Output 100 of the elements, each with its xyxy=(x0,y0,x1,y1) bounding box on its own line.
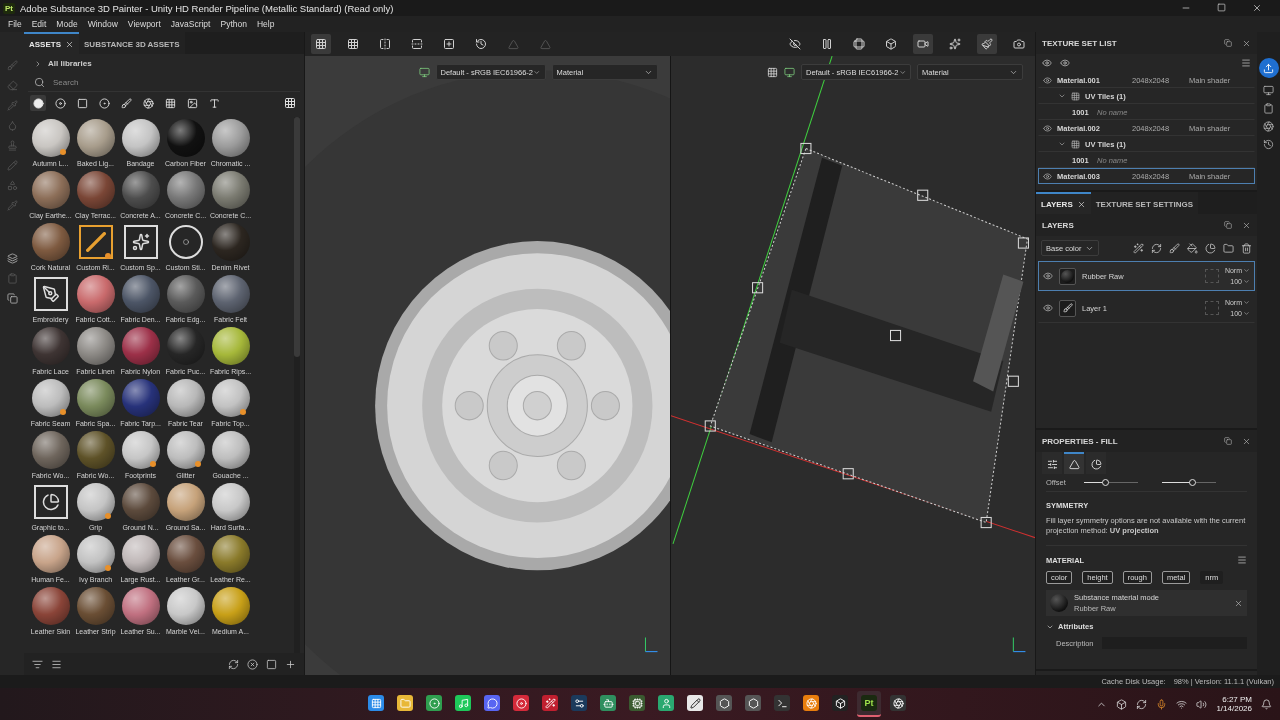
info-icon[interactable] xyxy=(767,66,778,78)
layers-icon[interactable] xyxy=(6,253,18,264)
menu-item[interactable]: Python xyxy=(215,19,252,29)
clock-time: 6:27 PM xyxy=(1222,695,1252,704)
spray-sticker-icon xyxy=(123,225,158,259)
close-icon[interactable] xyxy=(1234,598,1243,608)
window-icon[interactable] xyxy=(266,658,277,670)
network-icon[interactable] xyxy=(1176,698,1188,710)
view-grid-icon[interactable] xyxy=(282,95,298,111)
display-icon[interactable] xyxy=(784,66,795,78)
menu-item[interactable]: JavaScript xyxy=(165,19,216,29)
chevron-down-icon[interactable] xyxy=(1058,92,1066,100)
pattern-filter-icon[interactable] xyxy=(140,95,156,111)
add-icon[interactable] xyxy=(285,658,296,670)
list-filter-icon[interactable] xyxy=(32,658,43,670)
menu-icon[interactable] xyxy=(1237,555,1247,565)
mask-slot xyxy=(1204,269,1219,283)
monitor-icon[interactable] xyxy=(1263,85,1274,96)
list-icon[interactable] xyxy=(51,658,62,670)
panel-title: TEXTURE SET LIST xyxy=(1042,38,1118,48)
close-icon[interactable] xyxy=(65,39,74,49)
grid-view-icon[interactable] xyxy=(311,34,331,54)
smart-material-filter-icon[interactable] xyxy=(52,95,68,111)
microphone-icon[interactable] xyxy=(1156,698,1168,710)
copy-icon[interactable] xyxy=(6,293,18,304)
panel-tab[interactable]: SUBSTANCE 3D ASSETS xyxy=(79,32,185,54)
slider-thumb[interactable] xyxy=(1188,479,1196,486)
clipboard-icon[interactable] xyxy=(1263,103,1274,114)
eye-icon[interactable] xyxy=(1043,171,1052,181)
material-filter-icon[interactable] xyxy=(30,95,46,111)
menu-icon[interactable] xyxy=(1241,58,1251,68)
eye-icon[interactable] xyxy=(1043,271,1053,281)
menu-item[interactable]: Viewport xyxy=(122,19,166,29)
menu-item[interactable]: Help xyxy=(251,19,280,29)
export-icon[interactable] xyxy=(1258,58,1279,78)
contrast-filter-icon[interactable] xyxy=(96,95,112,111)
eye-icon[interactable] xyxy=(1043,123,1052,133)
maximize-icon[interactable] xyxy=(1217,3,1226,12)
chevron-right-icon[interactable] xyxy=(34,59,42,68)
refresh-icon[interactable] xyxy=(228,658,239,670)
brush-icon[interactable] xyxy=(1169,242,1180,254)
clipboard-icon[interactable] xyxy=(6,273,18,284)
layer-thumbnail xyxy=(1059,267,1076,285)
axis-gizmo-icon xyxy=(1012,636,1026,653)
display-icon[interactable] xyxy=(418,66,430,78)
close-icon[interactable] xyxy=(1242,436,1251,446)
brush-filter-icon[interactable] xyxy=(118,95,134,111)
app-icon[interactable]: Pt xyxy=(857,691,881,717)
app-logo: Pt xyxy=(3,2,15,14)
volume-icon[interactable] xyxy=(1196,698,1208,710)
float-icon[interactable] xyxy=(1224,437,1232,445)
float-icon[interactable] xyxy=(1224,39,1232,47)
bucket-icon[interactable] xyxy=(1187,242,1198,254)
embroidery-sticker-icon xyxy=(33,277,68,311)
mask-icon[interactable] xyxy=(1205,242,1216,254)
menu-item[interactable]: Edit xyxy=(26,19,52,29)
menu-item[interactable]: File xyxy=(3,19,27,29)
close-icon[interactable] xyxy=(1076,199,1086,209)
panel-tab[interactable]: ASSETS xyxy=(24,32,79,54)
grid-icon[interactable] xyxy=(1071,91,1080,101)
panel-title: LAYERS xyxy=(1042,220,1075,230)
material-thumbnail xyxy=(1050,594,1068,612)
scrollbar[interactable] xyxy=(294,117,300,653)
axis-gizmo-icon xyxy=(644,636,658,653)
trash-icon[interactable] xyxy=(1241,242,1252,254)
panel-title: PROPERTIES - FILL xyxy=(1042,436,1119,446)
search-field[interactable]: Search xyxy=(51,76,251,88)
close-icon[interactable] xyxy=(1242,38,1251,48)
wand-icon[interactable] xyxy=(1133,242,1144,254)
grid-icon[interactable] xyxy=(1071,139,1080,149)
chevron-down-icon[interactable] xyxy=(1058,140,1066,148)
panel-tab[interactable]: TEXTURE SET SETTINGS xyxy=(1090,192,1199,214)
float-icon[interactable] xyxy=(1224,221,1232,229)
aperture-icon[interactable] xyxy=(1263,121,1274,132)
eye-icon[interactable] xyxy=(1043,303,1053,313)
clock-date: 1/14/2026 xyxy=(1216,704,1252,713)
menu-item[interactable]: Mode xyxy=(51,19,83,29)
camera-icon[interactable] xyxy=(913,34,933,54)
settings-icon[interactable] xyxy=(1042,452,1062,474)
cube-icon[interactable] xyxy=(1116,698,1128,710)
slider-thumb[interactable] xyxy=(1102,479,1110,486)
striped-sticker-icon xyxy=(78,225,113,259)
close-icon[interactable] xyxy=(1252,3,1262,13)
layer-thumbnail xyxy=(1059,299,1076,317)
notification-icon[interactable] xyxy=(1261,698,1272,710)
eye-icon[interactable] xyxy=(1042,58,1052,68)
library-label[interactable]: All libraries xyxy=(48,59,92,68)
paint-icon[interactable] xyxy=(977,34,997,54)
eye-icon[interactable] xyxy=(1060,58,1070,68)
close-icon[interactable] xyxy=(1242,220,1251,230)
mask-slot xyxy=(1204,301,1219,315)
history-icon[interactable] xyxy=(1263,139,1274,150)
window-title: Adobe Substance 3D Painter - Unity HD Render Pipeline (Metallic Standard) (Read only) xyxy=(20,2,395,14)
sync-icon[interactable] xyxy=(1136,698,1148,710)
graphic-sticker-icon xyxy=(33,485,68,519)
clear-icon[interactable] xyxy=(247,658,258,670)
menu-item[interactable]: Window xyxy=(82,19,123,29)
eye-icon[interactable] xyxy=(1043,75,1052,85)
search-icon[interactable] xyxy=(34,76,45,88)
panel-tab[interactable]: LAYERS xyxy=(1036,192,1091,214)
